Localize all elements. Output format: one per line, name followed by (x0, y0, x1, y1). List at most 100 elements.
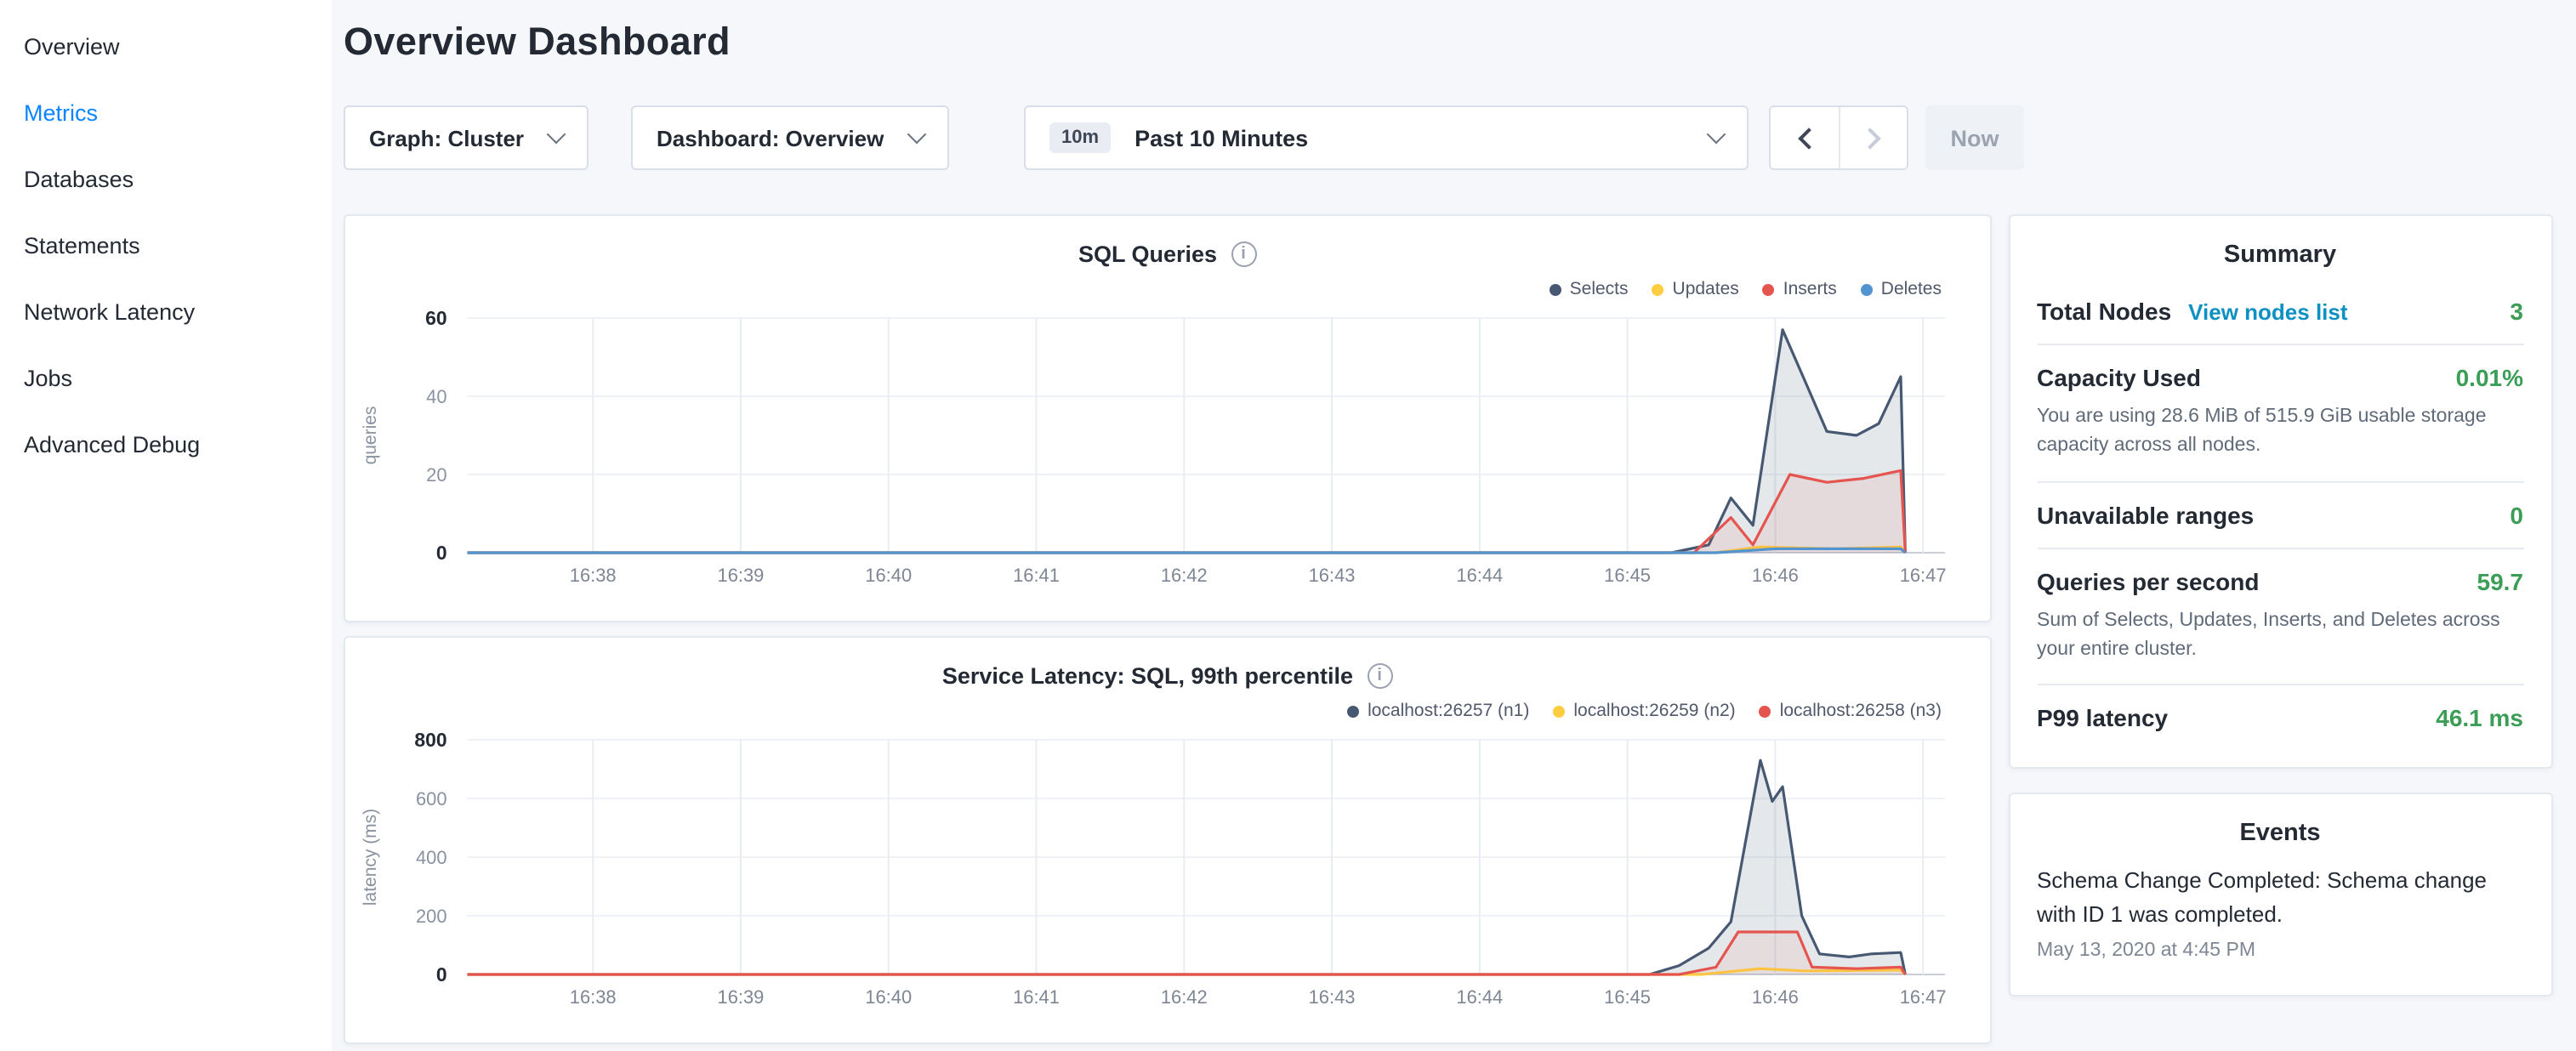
summary-row-total-nodes: Total Nodes View nodes list 3 (2037, 279, 2523, 344)
svg-text:0: 0 (436, 542, 447, 564)
event-timestamp: May 13, 2020 at 4:45 PM (2037, 940, 2523, 961)
prev-range-button[interactable] (1771, 107, 1839, 168)
svg-text:16:45: 16:45 (1604, 565, 1651, 586)
legend-series-label: Selects (1570, 279, 1629, 299)
summary-row-queries-per-second: Queries per second 59.7 Sum of Selects, … (2037, 547, 2523, 684)
legend-series-label: Inserts (1783, 279, 1837, 299)
svg-text:16:47: 16:47 (1900, 565, 1947, 586)
svg-text:16:47: 16:47 (1900, 986, 1947, 1008)
svg-text:16:46: 16:46 (1752, 565, 1799, 586)
chart-title-text: Service Latency: SQL, 99th percentile (942, 662, 1353, 688)
svg-text:16:41: 16:41 (1013, 565, 1060, 586)
legend-item: Updates (1652, 277, 1739, 301)
chart-legend: localhost:26257 (n1)localhost:26259 (n2)… (345, 699, 1989, 723)
svg-text:0: 0 (436, 963, 447, 986)
next-range-button[interactable] (1839, 107, 1907, 168)
view-nodes-list-link[interactable]: View nodes list (2188, 299, 2347, 325)
svg-text:16:42: 16:42 (1161, 565, 1208, 586)
events-title: Events (2037, 794, 2523, 857)
summary-row-p99-latency: P99 latency 46.1 ms (2037, 684, 2523, 750)
dashboard-dropdown[interactable]: Dashboard: Overview (631, 105, 949, 170)
sidebar-item-statements[interactable]: Statements (0, 213, 332, 279)
svg-text:600: 600 (416, 788, 447, 810)
chevron-down-icon (547, 125, 566, 145)
svg-text:16:41: 16:41 (1013, 986, 1060, 1008)
chart-plot[interactable]: 16:3816:3916:4016:4116:4216:4316:4416:45… (345, 304, 1989, 597)
chart-legend: Selects Updates Inserts Deletes (345, 277, 1989, 301)
legend-series-label: localhost:26258 (n3) (1780, 701, 1942, 721)
chevron-down-icon (907, 125, 927, 145)
sidebar-item-metrics[interactable]: Metrics (0, 80, 332, 146)
legend-series-dot (1861, 283, 1873, 295)
svg-text:16:46: 16:46 (1752, 986, 1799, 1008)
info-icon[interactable] (1367, 662, 1392, 688)
summary-description: You are using 28.6 MiB of 515.9 GiB usab… (2037, 403, 2523, 462)
svg-text:16:39: 16:39 (718, 565, 765, 586)
svg-text:16:39: 16:39 (718, 986, 765, 1008)
chart-title: Service Latency: SQL, 99th percentile (345, 658, 1989, 692)
summary-label: P99 latency (2037, 704, 2168, 731)
sidebar-item-jobs[interactable]: Jobs (0, 345, 332, 412)
legend-series-label: localhost:26259 (n2) (1573, 701, 1735, 721)
summary-label: Total Nodes (2037, 298, 2171, 325)
sidebar: Overview Metrics Databases Statements Ne… (0, 0, 332, 1051)
event-text: Schema Change Completed: Schema change w… (2037, 864, 2523, 930)
chevron-right-icon (1859, 127, 1880, 148)
sidebar-item-databases[interactable]: Databases (0, 146, 332, 213)
legend-series-dot (1760, 705, 1771, 717)
svg-text:200: 200 (416, 906, 447, 927)
svg-text:16:43: 16:43 (1309, 565, 1356, 586)
summary-value: 3 (2510, 298, 2523, 325)
svg-text:16:38: 16:38 (570, 986, 617, 1008)
time-range-dropdown[interactable]: 10m Past 10 Minutes (1024, 105, 1749, 170)
chart-title-text: SQL Queries (1078, 241, 1217, 266)
info-icon[interactable] (1231, 241, 1256, 266)
svg-text:16:45: 16:45 (1604, 986, 1651, 1008)
legend-item: Deletes (1861, 277, 1942, 301)
sidebar-item-overview[interactable]: Overview (0, 14, 332, 80)
main-content: Overview Dashboard Graph: Cluster Dashbo… (332, 0, 2576, 1051)
svg-text:20: 20 (426, 464, 446, 486)
svg-text:latency (ms): latency (ms) (361, 809, 380, 906)
time-window-label: Past 10 Minutes (1134, 125, 1308, 151)
time-pager (1769, 105, 1908, 170)
summary-description: Sum of Selects, Updates, Inserts, and De… (2037, 606, 2523, 665)
app: Overview Metrics Databases Statements Ne… (0, 0, 2576, 1051)
summary-row-unavailable-ranges: Unavailable ranges 0 (2037, 480, 2523, 547)
svg-text:400: 400 (416, 847, 447, 868)
legend-series-dot (1652, 283, 1664, 295)
svg-text:16:42: 16:42 (1161, 986, 1208, 1008)
now-button[interactable]: Now (1925, 105, 2024, 170)
legend-series-label: Deletes (1881, 279, 1942, 299)
svg-text:60: 60 (425, 307, 446, 329)
legend-item: Selects (1550, 277, 1629, 301)
legend-series-dot (1553, 705, 1565, 717)
svg-text:16:43: 16:43 (1309, 986, 1356, 1008)
sidebar-item-network-latency[interactable]: Network Latency (0, 279, 332, 345)
svg-text:16:44: 16:44 (1456, 565, 1503, 586)
legend-item: Inserts (1763, 277, 1837, 301)
svg-text:queries: queries (361, 406, 380, 465)
summary-value: 0 (2510, 501, 2523, 528)
svg-text:16:44: 16:44 (1456, 986, 1503, 1008)
chevron-left-icon (1797, 127, 1818, 148)
time-window-badge: 10m (1049, 122, 1111, 153)
graph-scope-dropdown[interactable]: Graph: Cluster (344, 105, 589, 170)
legend-series-dot (1763, 283, 1775, 295)
controls-bar: Graph: Cluster Dashboard: Overview 10m P… (344, 105, 2552, 170)
legend-item: localhost:26259 (n2) (1553, 699, 1735, 723)
events-panel: Events Schema Change Completed: Schema c… (2008, 793, 2552, 997)
summary-value: 46.1 ms (2436, 704, 2523, 731)
summary-value: 0.01% (2456, 364, 2523, 391)
sidebar-item-advanced-debug[interactable]: Advanced Debug (0, 412, 332, 478)
summary-label: Queries per second (2037, 567, 2259, 594)
chart-plot[interactable]: 16:3816:3916:4016:4116:4216:4316:4416:45… (345, 726, 1989, 1019)
svg-text:16:38: 16:38 (570, 565, 617, 586)
right-column: Summary Total Nodes View nodes list 3 Ca… (2008, 214, 2552, 997)
chart-title: SQL Queries (345, 236, 1989, 270)
summary-label: Capacity Used (2037, 364, 2201, 391)
legend-series-dot (1550, 283, 1561, 295)
summary-title: Summary (2037, 216, 2523, 279)
event-item: Schema Change Completed: Schema change w… (2037, 857, 2523, 978)
legend-series-dot (1347, 705, 1359, 717)
